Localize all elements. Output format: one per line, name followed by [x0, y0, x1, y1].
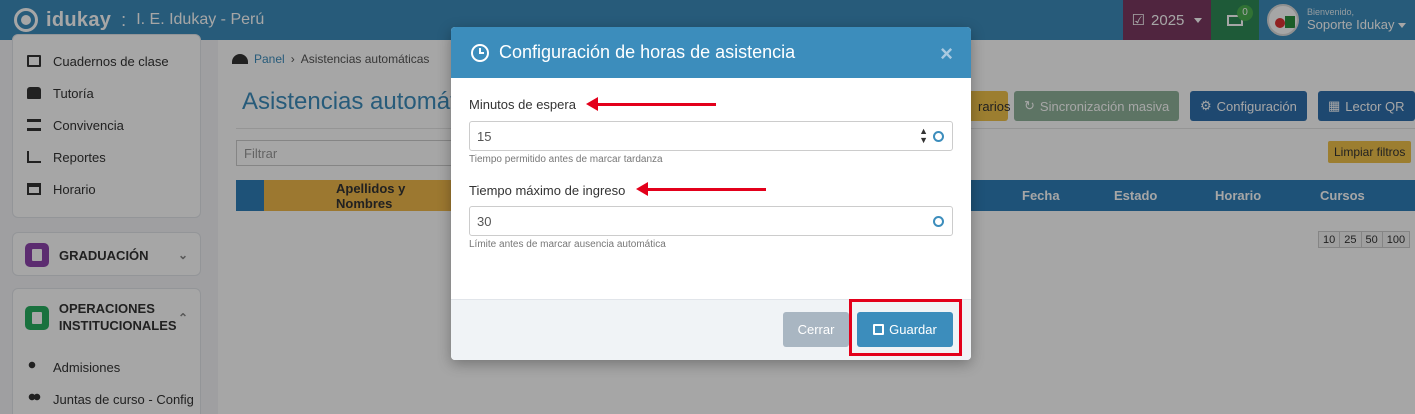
annotation-highlight-box	[849, 299, 962, 356]
wait-minutes-help: Tiempo permitido antes de marcar tardanz…	[469, 154, 663, 165]
clock-icon	[471, 43, 489, 62]
close-icon[interactable]: ×	[940, 41, 953, 67]
max-entry-value: 30	[477, 213, 492, 229]
max-entry-help: Límite antes de marcar ausencia automáti…	[469, 239, 666, 250]
max-entry-label: Tiempo máximo de ingreso	[469, 183, 626, 198]
annotation-arrow-icon	[636, 182, 766, 196]
cancel-button[interactable]: Cerrar	[783, 312, 849, 347]
number-spinner-icon[interactable]: ▲ ▼	[919, 127, 928, 145]
wait-minutes-value: 15	[477, 128, 492, 144]
clock-icon	[933, 131, 944, 142]
clock-icon	[933, 216, 944, 227]
wait-minutes-label: Minutos de espera	[469, 97, 576, 112]
modal-title: Configuración de horas de asistencia	[499, 42, 796, 62]
modal-header: Configuración de horas de asistencia ×	[451, 27, 971, 78]
wait-minutes-input[interactable]: 15 ▲ ▼	[469, 121, 953, 151]
max-entry-input[interactable]: 30	[469, 206, 953, 236]
annotation-arrow-icon	[586, 97, 716, 111]
